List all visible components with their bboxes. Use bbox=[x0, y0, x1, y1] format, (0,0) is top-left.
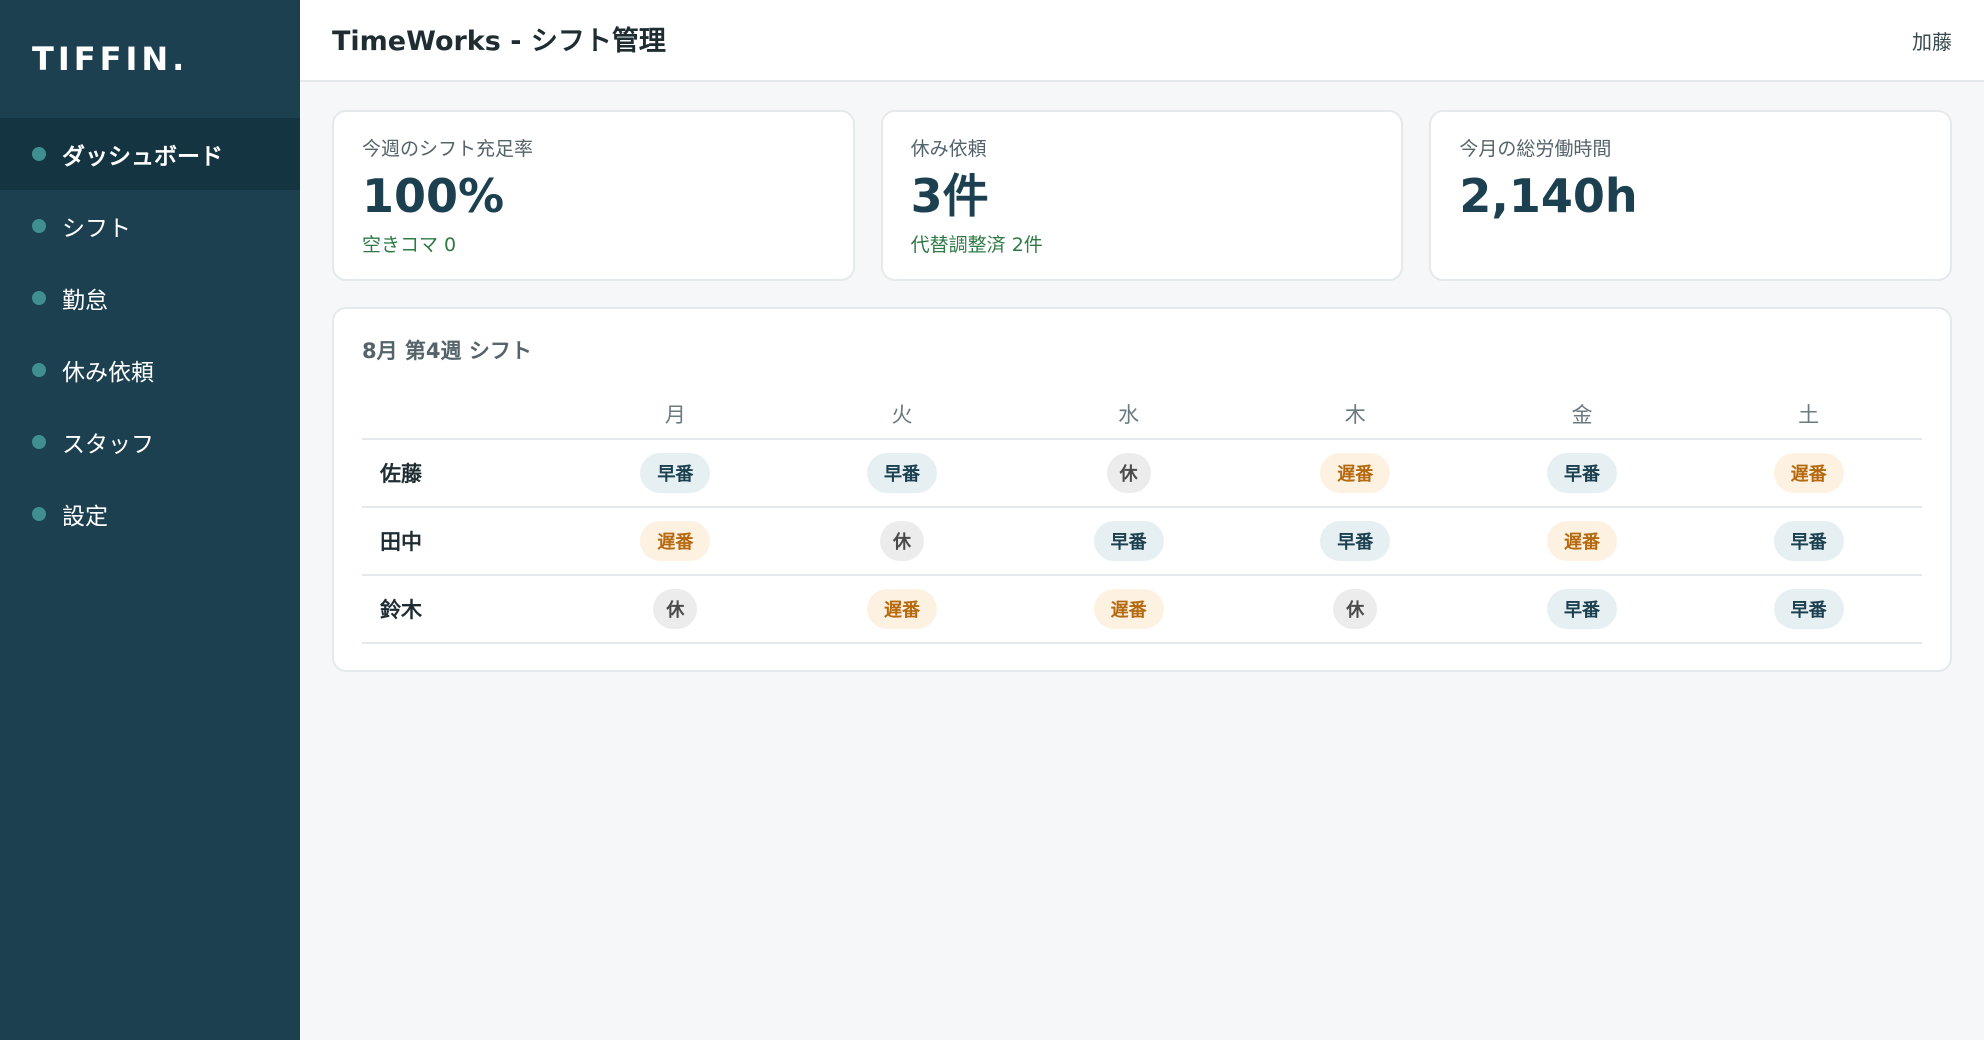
bullet-dot-icon bbox=[32, 291, 46, 305]
staff-name: 鈴木 bbox=[362, 575, 562, 644]
page-title: TimeWorks - シフト管理 bbox=[332, 25, 666, 57]
column-header-day: 月 bbox=[562, 389, 789, 440]
stat-card-leave-requests: 休み依頼 3件 代替調整済 2件 bbox=[880, 110, 1404, 281]
shift-pill-early[interactable]: 早番 bbox=[866, 453, 937, 493]
stat-card-label: 今週のシフト充足率 bbox=[362, 138, 534, 160]
shift-pill-early[interactable]: 早番 bbox=[1546, 453, 1617, 493]
sidebar-item-staff[interactable]: スタッフ bbox=[0, 406, 300, 478]
shift-cell: 休 bbox=[788, 507, 1016, 576]
bullet-dot-icon bbox=[32, 363, 46, 377]
shift-cell: 早番 bbox=[1695, 507, 1922, 576]
shift-table: 月 火 水 木 金 土 佐藤 早番 早番休遅番 早番 遅番 田中 遅番休早番 早番 遅番 早番 鈴木… bbox=[362, 389, 1922, 644]
stat-card-value: 3件 bbox=[910, 169, 989, 223]
sidebar-item-label: シフト bbox=[62, 216, 131, 242]
stat-card-total-hours: 今月の総労働時間 2,140h bbox=[1429, 110, 1953, 281]
column-header-day: 土 bbox=[1695, 389, 1922, 440]
stat-card-value: 2,140h bbox=[1459, 169, 1638, 223]
shift-cell: 遅番 bbox=[562, 507, 789, 576]
bullet-dot-icon bbox=[32, 219, 46, 233]
shift-pill-early[interactable]: 早番 bbox=[1546, 589, 1617, 629]
table-row: 鈴木 休 遅番 遅番 休 早番 早番 bbox=[362, 575, 1922, 644]
sidebar-item-label: 休み依頼 bbox=[62, 360, 154, 386]
column-header-day: 火 bbox=[788, 389, 1016, 440]
top-bar: TimeWorks - シフト管理 加藤 bbox=[300, 0, 1984, 82]
shift-cell: 遅番 bbox=[1695, 439, 1922, 508]
shift-pill-late[interactable]: 遅番 bbox=[866, 589, 937, 629]
schedule-title: 8月 第4週 シフト bbox=[362, 339, 532, 363]
shift-cell: 早番 bbox=[788, 439, 1016, 508]
shift-pill-late[interactable]: 遅番 bbox=[1773, 453, 1844, 493]
sidebar-item-label: スタッフ bbox=[62, 432, 154, 458]
column-header-day: 木 bbox=[1241, 389, 1469, 440]
stat-card-label: 休み依頼 bbox=[910, 138, 987, 160]
bullet-dot-icon bbox=[32, 435, 46, 449]
stat-card-value: 100% bbox=[362, 169, 505, 223]
sidebar: TIFFIN. ダッシュボード シフト 勤怠 休み依頼 スタッフ 設定 bbox=[0, 0, 300, 1040]
user-name[interactable]: 加藤 bbox=[1912, 26, 1952, 55]
shift-pill-off[interactable]: 休 bbox=[879, 521, 924, 561]
stat-card-label: 今月の総労働時間 bbox=[1459, 138, 1612, 160]
shift-pill-early[interactable]: 早番 bbox=[1773, 521, 1844, 561]
shift-pill-late[interactable]: 遅番 bbox=[640, 521, 711, 561]
stat-card-sub: 空きコマ 0 bbox=[362, 233, 457, 256]
shift-pill-late[interactable]: 遅番 bbox=[1093, 589, 1164, 629]
sidebar-item-leave-requests[interactable]: 休み依頼 bbox=[0, 334, 300, 406]
shift-cell: 早番 bbox=[1468, 439, 1696, 508]
staff-name: 田中 bbox=[362, 507, 562, 576]
shift-pill-late[interactable]: 遅番 bbox=[1546, 521, 1617, 561]
shift-pill-early[interactable]: 早番 bbox=[640, 453, 711, 493]
sidebar-item-label: ダッシュボード bbox=[62, 144, 223, 170]
sidebar-item-label: 勤怠 bbox=[62, 288, 108, 314]
column-header-day: 金 bbox=[1468, 389, 1696, 440]
stat-card-fill-rate: 今週のシフト充足率 100% 空きコマ 0 bbox=[332, 110, 855, 281]
shift-pill-off[interactable]: 休 bbox=[653, 589, 698, 629]
main-area: TimeWorks - シフト管理 加藤 今週のシフト充足率 100% 空きコマ… bbox=[300, 0, 1984, 1040]
weekly-shift-schedule: 8月 第4週 シフト 月 火 水 木 金 土 佐藤 早番 早番休遅番 早番 遅番 田中 遅番… bbox=[332, 307, 1952, 672]
stat-card-sub: 代替調整済 2件 bbox=[910, 233, 1043, 256]
shift-cell: 遅番 bbox=[1015, 575, 1242, 644]
sidebar-nav: ダッシュボード シフト 勤怠 休み依頼 スタッフ 設定 bbox=[0, 118, 300, 550]
table-row: 田中 遅番 休 早番 早番 遅番 早番 bbox=[362, 507, 1922, 576]
shift-cell: 早番 bbox=[1468, 575, 1696, 644]
shift-cell: 休 bbox=[1241, 575, 1469, 644]
shift-pill-off[interactable]: 休 bbox=[1106, 453, 1151, 493]
shift-cell: 遅番 bbox=[1241, 439, 1469, 508]
shift-pill-early[interactable]: 早番 bbox=[1093, 521, 1164, 561]
table-row: 佐藤 早番 早番 休 遅番 早番 遅番 bbox=[362, 439, 1922, 508]
staff-name: 佐藤 bbox=[362, 439, 562, 508]
bullet-dot-icon bbox=[32, 147, 46, 161]
sidebar-item-label: 設定 bbox=[62, 504, 108, 530]
shift-cell: 遅番 bbox=[1468, 507, 1696, 576]
shift-pill-off[interactable]: 休 bbox=[1333, 589, 1378, 629]
shift-cell: 遅番 bbox=[788, 575, 1016, 644]
bullet-dot-icon bbox=[32, 507, 46, 521]
shift-cell: 早番 bbox=[1241, 507, 1469, 576]
column-header-day: 水 bbox=[1015, 389, 1242, 440]
shift-pill-late[interactable]: 遅番 bbox=[1320, 453, 1391, 493]
table-header-row: 月 火 水 木 金 土 bbox=[362, 389, 1922, 440]
sidebar-item-settings[interactable]: 設定 bbox=[0, 478, 300, 550]
app-logo[interactable]: TIFFIN. bbox=[0, 0, 300, 118]
shift-pill-early[interactable]: 早番 bbox=[1773, 589, 1844, 629]
shift-cell: 早番 bbox=[1695, 575, 1922, 644]
sidebar-item-attendance[interactable]: 勤怠 bbox=[0, 262, 300, 334]
shift-cell: 早番 bbox=[562, 439, 789, 508]
sidebar-item-shift[interactable]: シフト bbox=[0, 190, 300, 262]
stat-cards: 今週のシフト充足率 100% 空きコマ 0 休み依頼 3件 代替調整済 2件 今… bbox=[332, 110, 1953, 281]
content: 今週のシフト充足率 100% 空きコマ 0 休み依頼 3件 代替調整済 2件 今… bbox=[300, 82, 1984, 672]
shift-cell: 早番 bbox=[1015, 507, 1242, 576]
sidebar-item-dashboard[interactable]: ダッシュボード bbox=[0, 118, 300, 190]
column-header-name bbox=[362, 389, 562, 440]
shift-cell: 休 bbox=[562, 575, 789, 644]
shift-cell: 休 bbox=[1015, 439, 1242, 508]
shift-pill-early[interactable]: 早番 bbox=[1320, 521, 1391, 561]
